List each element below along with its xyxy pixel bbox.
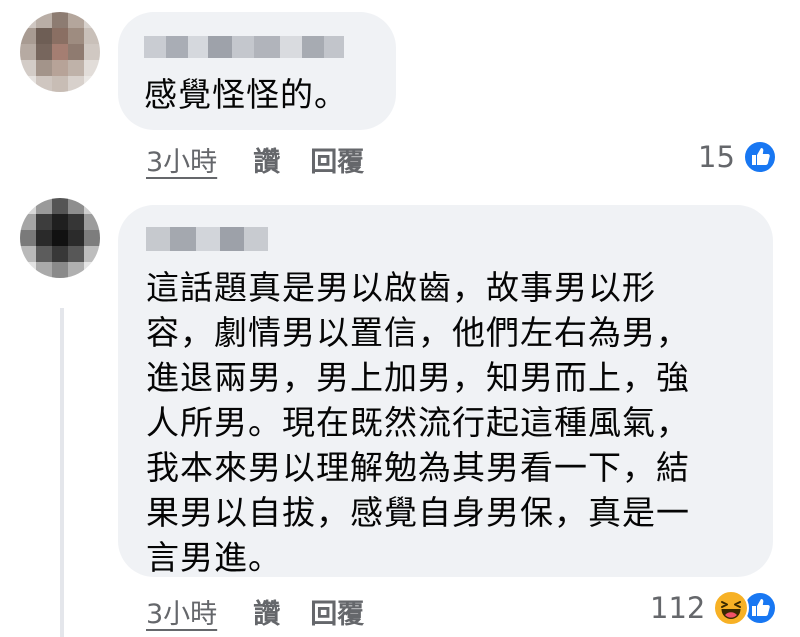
comment-bubble: 這話題真是男以啟齒，故事男以形 容，劇情男以置信，他們左右為男， 進退兩男，男上… — [118, 205, 773, 577]
comment-text: 這話題真是男以啟齒，故事男以形 容，劇情男以置信，他們左右為男， 進退兩男，男上… — [146, 265, 747, 580]
commenter-avatar-blurred[interactable] — [20, 12, 100, 92]
commenter-avatar-blurred[interactable] — [20, 198, 100, 278]
reaction-count: 15 — [698, 140, 735, 174]
haha-icon — [713, 590, 750, 626]
comment-timestamp[interactable]: 3小時 — [146, 140, 217, 179]
reaction-count: 112 — [650, 591, 706, 625]
comment-line: 人所男。現在既然流行起這種風氣， — [146, 403, 690, 442]
comment-bubble: 感覺怪怪的。 — [118, 12, 396, 130]
commenter-name-blurred[interactable] — [144, 36, 370, 58]
comment-line: 言男進。 — [146, 538, 282, 577]
comment-line: 果男以自拔，感覺自身男保，真是一 — [146, 493, 690, 532]
reaction-summary[interactable]: 15 — [698, 140, 777, 174]
comment-line: 進退兩男，男上加男，知男而上，強 — [146, 358, 690, 397]
comment-timestamp[interactable]: 3小時 — [146, 592, 217, 631]
comment-line: 容，劇情男以置信，他們左右為男， — [146, 313, 690, 352]
comment-text: 感覺怪怪的。 — [144, 75, 348, 114]
like-icon — [742, 140, 777, 174]
like-button[interactable]: 讚 — [253, 592, 280, 631]
reply-button[interactable]: 回覆 — [310, 140, 364, 179]
thread-line — [60, 308, 64, 637]
comment-actions: 3小時 讚 回覆 — [146, 592, 364, 631]
reply-button[interactable]: 回覆 — [310, 592, 364, 631]
like-button[interactable]: 讚 — [253, 140, 280, 179]
comment-actions: 3小時 讚 回覆 — [146, 140, 364, 179]
commenter-name-blurred[interactable] — [146, 227, 747, 251]
comment-line: 我本來男以理解勉為其男看一下，結 — [146, 448, 690, 487]
comment-line: 這話題真是男以啟齒，故事男以形 — [146, 268, 656, 307]
reaction-summary[interactable]: 112 — [650, 590, 778, 626]
